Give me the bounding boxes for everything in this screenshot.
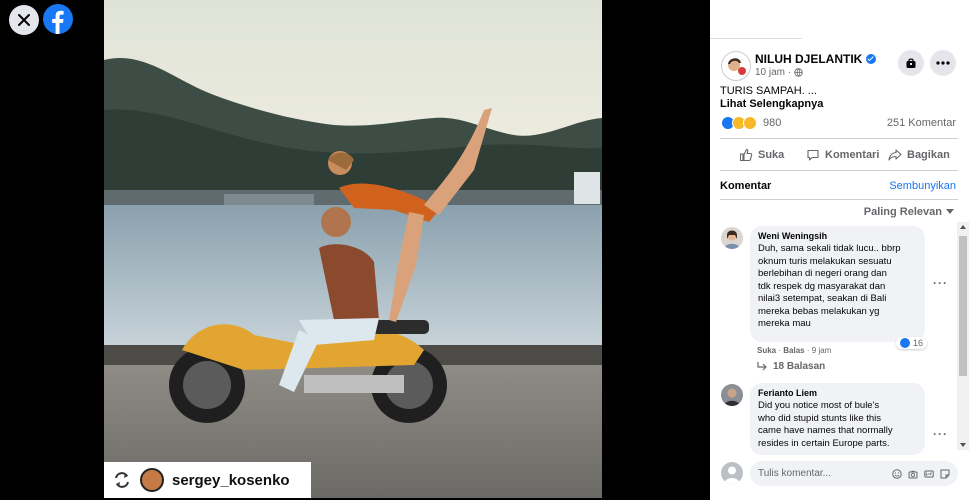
comments-scrollbar[interactable] [957,222,969,450]
see-more-link[interactable]: Lihat Selengkapnya [720,98,823,110]
commenter-name[interactable]: Ferianto Liem [758,388,917,398]
comment-bubble: Ferianto Liem Did you notice most of bul… [750,383,925,455]
comment-line: tdk respek dg masyarakat dan [758,280,886,292]
share-label: Bagikan [907,149,950,161]
comment-reply-link[interactable]: Balas [783,346,804,355]
comment-input[interactable]: Tulis komentar... [750,461,958,486]
author-name[interactable]: NILUH DJELANTIK [755,52,862,66]
close-button[interactable] [9,5,39,35]
video-image [104,0,602,498]
gif-icon[interactable] [924,469,934,479]
camera-icon[interactable] [908,469,918,479]
comment-line: Duh, sama sekali tidak lucu.. bbrp [758,243,901,254]
caret-down-icon [946,209,954,214]
sticker-icon[interactable] [940,469,950,479]
thumbs-up-icon [739,148,753,162]
globe-icon [794,68,803,77]
facebook-icon [43,4,73,35]
comment-likes[interactable]: 16 [896,337,928,349]
comment-like-count: 16 [913,338,924,348]
ellipsis-icon [936,61,950,65]
replies-count: 18 Balasan [773,361,826,372]
more-options-button[interactable] [930,50,956,76]
like-button[interactable]: Suka [739,146,784,164]
media-viewer: sergey_kosenko [0,0,710,500]
sort-label: Paling Relevan [863,206,942,218]
comment-input-placeholder: Tulis komentar... [758,468,831,479]
comment-line: nilai3 setempat, seakan di Bali [758,293,887,304]
commenter-name[interactable]: Weni Weningsih [758,231,917,241]
comment-meta: Suka · Balas · 9 jam [757,346,831,355]
avatar-image [721,462,743,484]
view-replies-button[interactable]: 18 Balasan [757,361,825,372]
reactions-summary[interactable]: 980 [721,116,781,130]
share-button[interactable]: Bagikan [888,146,950,164]
comment-options-button[interactable]: ··· [933,427,948,441]
comment-bubble: Weni Weningsih Duh, sama sekali tidak lu… [750,226,925,342]
comment-count[interactable]: 251 Komentar [887,117,956,129]
author-name-row[interactable]: NILUH DJELANTIK [755,52,877,66]
commenter-avatar[interactable] [721,384,743,406]
comments-heading: Komentar [720,180,772,192]
meta-dot: · [778,346,782,355]
avatar-image [721,227,743,249]
comment-options-button[interactable]: ··· [933,276,948,290]
post-time-row: 10 jam · [755,67,803,78]
current-user-avatar [721,462,743,484]
scroll-thumb[interactable] [959,236,967,376]
verified-icon [866,54,877,64]
bookmark-button[interactable] [898,50,924,76]
sort-dropdown[interactable]: Paling Relevan [864,206,954,218]
avatar-image [721,384,743,406]
comment-like-link[interactable]: Suka [757,346,776,355]
bag-icon [906,58,916,68]
share-icon [888,149,902,161]
comment-label: Komentari [825,149,880,161]
like-label: Suka [758,149,785,161]
haha-reaction-icon [743,116,757,130]
comment-text: Duh, sama sekali tidak lucu.. bbrp oknum… [758,243,917,331]
divider [720,170,958,171]
scroll-down-icon[interactable] [960,443,966,447]
video-frame[interactable] [104,0,602,498]
commenter-avatar[interactable] [721,227,743,249]
meta-dot: · [806,346,810,355]
comment-line: oknum turis melakukan sesuatu [758,255,892,267]
comment-icon [807,149,819,161]
facebook-logo[interactable] [43,4,73,35]
author-avatar[interactable] [721,51,751,81]
divider [710,38,802,39]
post-text: TURIS SAMPAH. ... [720,85,817,97]
like-reaction-icon [900,338,910,348]
watermark-name: sergey_kosenko [172,471,290,489]
emoji-icon[interactable] [892,468,902,479]
composer-tools [892,468,950,479]
divider [720,138,958,139]
hide-comments-link[interactable]: Sembunyikan [889,180,956,192]
comment-line: came have names that normally [758,425,893,436]
comment-line: mereka bebas melakukan yg [758,305,880,317]
post-time[interactable]: 10 jam · [755,67,791,78]
comment-line: who did stupid stunts like this [758,412,882,424]
close-icon [18,14,30,26]
comment-button[interactable]: Komentari [806,146,879,164]
avatar-image [723,53,749,79]
comment-line: mereka mau [758,318,811,329]
watermark: sergey_kosenko [104,462,311,498]
scroll-up-icon[interactable] [960,225,966,229]
reaction-count[interactable]: 980 [763,117,781,129]
comment-line: Did you notice most of bule's [758,400,880,411]
comment-line: berlebihan di negeri orang dan [758,268,887,279]
comment-line: resides in certain Europe parts. [758,437,890,449]
repost-icon [115,472,129,488]
comment-time[interactable]: 9 jam [812,346,832,355]
divider [720,199,958,200]
reply-arrow-icon [757,361,767,370]
comment-text: Did you notice most of bule's who did st… [758,400,917,450]
watermark-avatar [140,468,164,492]
